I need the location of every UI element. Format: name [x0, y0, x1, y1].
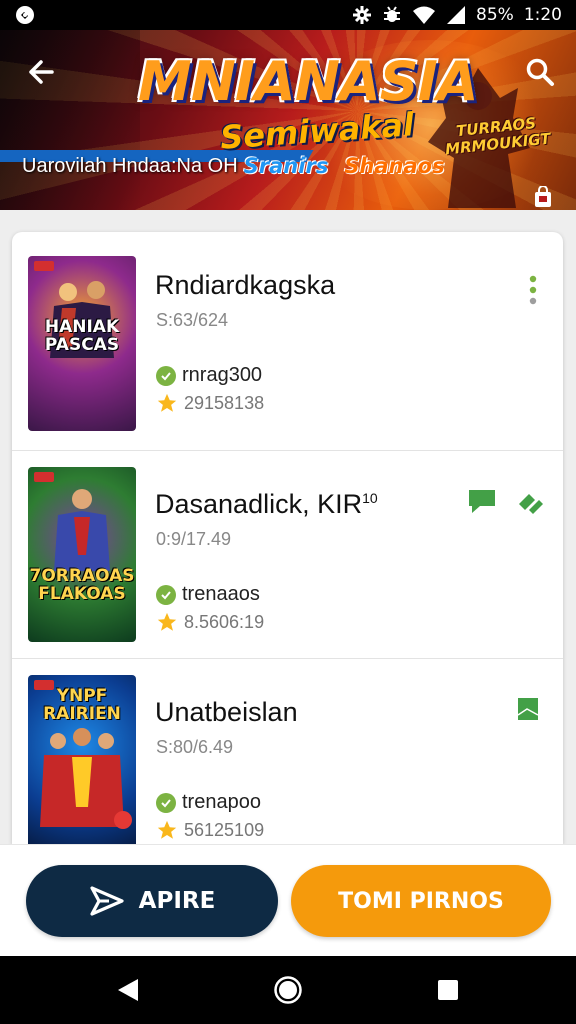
- search-icon: [526, 58, 554, 86]
- arrow-left-icon: [29, 60, 54, 84]
- shopping-bag-icon[interactable]: [533, 186, 553, 208]
- more-options-button[interactable]: [517, 274, 549, 306]
- cover-corner-badge: [114, 811, 132, 829]
- item-subtitle: 0:9/17.49: [156, 529, 232, 549]
- app-notification-icon: [14, 4, 36, 26]
- status-bar: 85% 1:20: [0, 0, 576, 30]
- apply-button-label: APIRE: [138, 888, 216, 914]
- list-item[interactable]: YNPF RAIRIEN Unatbeislan S:80/6.49 trena…: [12, 658, 563, 844]
- banner-title: MNIANASIA: [138, 50, 479, 113]
- game-cover[interactable]: YNPF RAIRIEN: [28, 675, 136, 844]
- game-cover[interactable]: 7ORRAOAS FLAKOAS: [28, 467, 136, 642]
- apply-button[interactable]: APIRE: [26, 865, 278, 937]
- chat-bubble-icon: [469, 490, 495, 513]
- item-title-superscript: 10: [362, 490, 378, 506]
- item-tag-text: rnrag300: [182, 364, 263, 386]
- bottom-action-bar: APIRE TOMI PIRNOS: [0, 844, 576, 956]
- chat-button[interactable]: [466, 485, 498, 517]
- banner-badge-logo: TURRAOS MRMOUKIGT: [444, 113, 552, 159]
- edit-icon: [519, 494, 543, 514]
- item-tag: rnrag300: [156, 364, 262, 387]
- star-icon: [157, 612, 177, 631]
- nav-recents-icon: [438, 980, 458, 1000]
- clock: 1:20: [523, 5, 562, 25]
- send-icon: [90, 886, 124, 916]
- item-tag: trenapoo: [156, 791, 261, 814]
- item-subtitle: S:80/6.49: [156, 737, 234, 757]
- item-title: Rndiardkagska: [155, 270, 336, 300]
- nav-back-button[interactable]: [108, 970, 148, 1010]
- verified-icon: [156, 584, 176, 605]
- verified-icon: [156, 365, 176, 386]
- item-rating-text: 29158138: [184, 392, 265, 413]
- banner-tagline: Uarovilah Hndaa:Na OH Sranirs Shanaos: [22, 154, 445, 178]
- cover-title: 7ORRAOAS FLAKOAS: [29, 566, 135, 604]
- settings-icon: [352, 5, 372, 25]
- bookmark-button[interactable]: [512, 693, 544, 725]
- cover-title: YNPF RAIRIEN: [43, 686, 121, 724]
- nav-back-icon: [118, 979, 138, 1001]
- list-item[interactable]: 7ORRAOAS FLAKOAS Dasanadlick, KIR10 0:9/…: [12, 450, 563, 658]
- item-rating-text: 8.5606:19: [184, 611, 265, 632]
- edit-button[interactable]: [514, 485, 546, 517]
- bookmark-icon: [517, 698, 539, 720]
- game-list: HANIAK PASCAS Rndiardkagska S:63/624 rnr…: [12, 232, 563, 844]
- tagline-plain: Uarovilah Hndaa:Na OH: [22, 154, 238, 177]
- item-rating-text: 56125109: [184, 819, 265, 840]
- item-title: Dasanadlick, KIR10: [155, 489, 378, 519]
- item-tag-text: trenapoo: [182, 791, 261, 813]
- system-nav-bar: [0, 956, 576, 1024]
- nav-recents-button[interactable]: [428, 970, 468, 1010]
- battery-text: 85%: [476, 5, 514, 25]
- item-subtitle: S:63/624: [156, 310, 229, 330]
- more-vert-icon: [529, 275, 537, 305]
- wifi-icon: [412, 5, 436, 25]
- item-tag: trenaaos: [156, 583, 260, 606]
- item-rating: 29158138: [156, 392, 264, 414]
- cover-character-illustration: [54, 489, 110, 571]
- cover-title: HANIAK PASCAS: [44, 317, 120, 355]
- list-item[interactable]: HANIAK PASCAS Rndiardkagska S:63/624 rnr…: [12, 232, 563, 440]
- item-tag-text: trenaaos: [182, 583, 260, 605]
- signal-icon: [446, 5, 466, 25]
- header-banner: MNIANASIA Semiwakal Uarovilah Hndaa:Na O…: [0, 30, 576, 210]
- secondary-button-label: TOMI PIRNOS: [338, 888, 504, 914]
- cover-heroes-illustration: [40, 728, 124, 827]
- cover-badge: [34, 472, 54, 482]
- item-rating: 8.5606:19: [156, 611, 264, 633]
- item-title: Unatbeislan: [155, 697, 298, 727]
- secondary-button[interactable]: TOMI PIRNOS: [291, 865, 551, 937]
- bug-icon: [382, 5, 402, 25]
- tagline-blue: Sranirs: [243, 154, 329, 178]
- star-icon: [157, 393, 177, 412]
- game-cover[interactable]: HANIAK PASCAS: [28, 256, 136, 431]
- item-rating: 56125109: [156, 819, 264, 841]
- nav-home-button[interactable]: [268, 970, 308, 1010]
- cover-badge: [34, 261, 54, 271]
- search-button[interactable]: [520, 52, 560, 92]
- verified-icon: [156, 792, 176, 813]
- star-icon: [157, 820, 177, 839]
- nav-home-icon: [274, 976, 302, 1004]
- tagline-orange: Shanaos: [344, 154, 445, 178]
- back-button[interactable]: [20, 52, 60, 92]
